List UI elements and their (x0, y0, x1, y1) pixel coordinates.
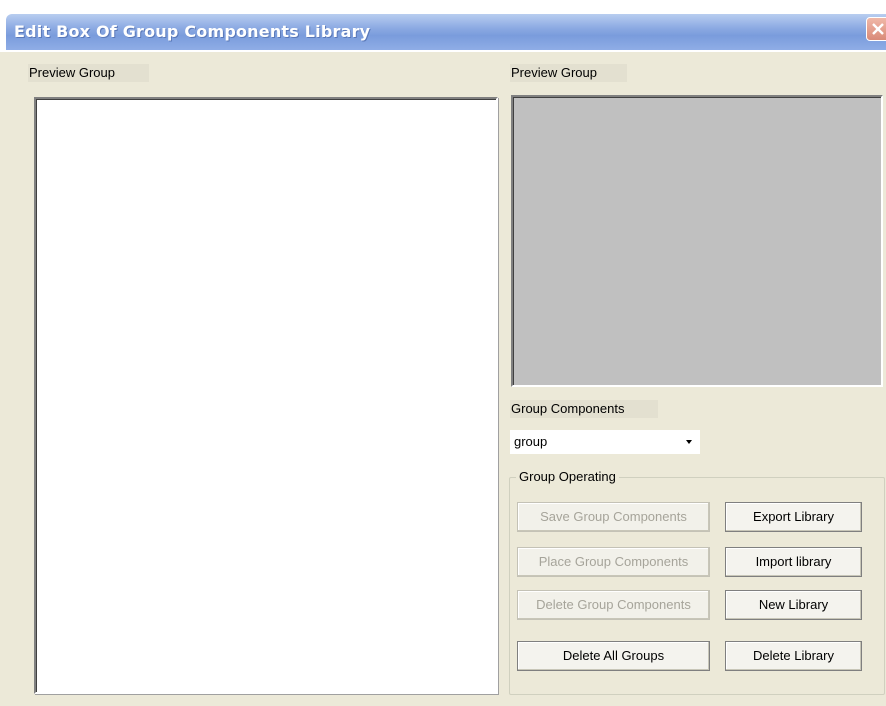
import-library-button[interactable]: Import library (725, 547, 862, 577)
new-library-button[interactable]: New Library (725, 590, 862, 620)
delete-all-groups-button[interactable]: Delete All Groups (517, 641, 710, 671)
group-list-panel[interactable] (34, 97, 498, 694)
group-components-dropdown[interactable]: group (510, 430, 700, 454)
right-preview-group-label: Preview Group (510, 64, 627, 82)
close-button[interactable] (866, 17, 886, 41)
left-preview-group-label: Preview Group (28, 64, 149, 82)
place-group-components-button[interactable]: Place Group Components (517, 547, 710, 577)
chevron-down-icon[interactable] (686, 440, 692, 444)
title-bar: Edit Box Of Group Components Library (0, 0, 886, 52)
dropdown-selected-value: group (514, 434, 548, 449)
group-components-label: Group Components (510, 400, 658, 418)
export-library-button[interactable]: Export Library (725, 502, 862, 532)
delete-group-components-button[interactable]: Delete Group Components (517, 590, 710, 620)
close-icon (872, 23, 884, 35)
save-group-components-button[interactable]: Save Group Components (517, 502, 710, 532)
group-operating-label: Group Operating (516, 468, 619, 486)
group-preview-canvas (511, 95, 883, 387)
delete-library-button[interactable]: Delete Library (725, 641, 862, 671)
title-bar-gradient[interactable]: Edit Box Of Group Components Library (6, 14, 886, 50)
window-title: Edit Box Of Group Components Library (14, 22, 371, 41)
